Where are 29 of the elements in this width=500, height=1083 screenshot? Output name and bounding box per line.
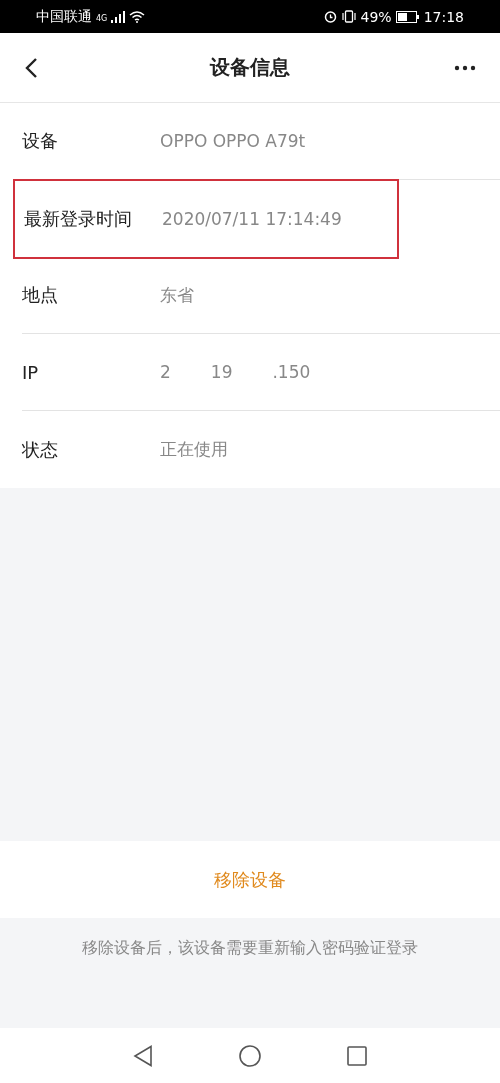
- field-label: 最新登录时间: [24, 207, 133, 231]
- remove-note: 移除设备后，该设备需要重新输入密码验证登录: [82, 938, 418, 959]
- field-label: 地点: [22, 283, 59, 307]
- field-value: 2020/07/11 17:14:49: [162, 209, 342, 229]
- battery-percent: 49%: [360, 8, 392, 25]
- wifi-icon: [129, 10, 146, 23]
- recents-nav-icon[interactable]: [347, 1045, 367, 1066]
- more-icon[interactable]: [454, 64, 476, 71]
- field-label: 状态: [22, 437, 59, 462]
- field-value: 19: [210, 362, 233, 382]
- field-value: 2: [160, 362, 171, 382]
- clock-time: 17:18: [423, 8, 464, 25]
- signal-icon: [111, 10, 126, 23]
- network-type: 4G: [96, 13, 108, 23]
- field-value: OPPO OPPO A79t: [160, 131, 306, 151]
- vibrate-icon: [340, 10, 357, 23]
- field-value: 正在使用: [160, 438, 228, 461]
- field-label: 设备: [22, 129, 59, 153]
- alarm-icon: [323, 10, 337, 23]
- remove-device-button[interactable]: 移除设备: [0, 841, 500, 918]
- carrier-name: 中国联通: [36, 7, 92, 26]
- back-icon[interactable]: [24, 56, 38, 79]
- home-nav-icon[interactable]: [239, 1044, 261, 1067]
- page-title: 设备信息: [210, 54, 290, 81]
- battery-icon: [395, 10, 420, 23]
- field-label: IP: [22, 361, 40, 383]
- back-nav-icon[interactable]: [133, 1044, 153, 1067]
- field-value: .150: [272, 362, 311, 382]
- field-value: 东省: [160, 283, 194, 307]
